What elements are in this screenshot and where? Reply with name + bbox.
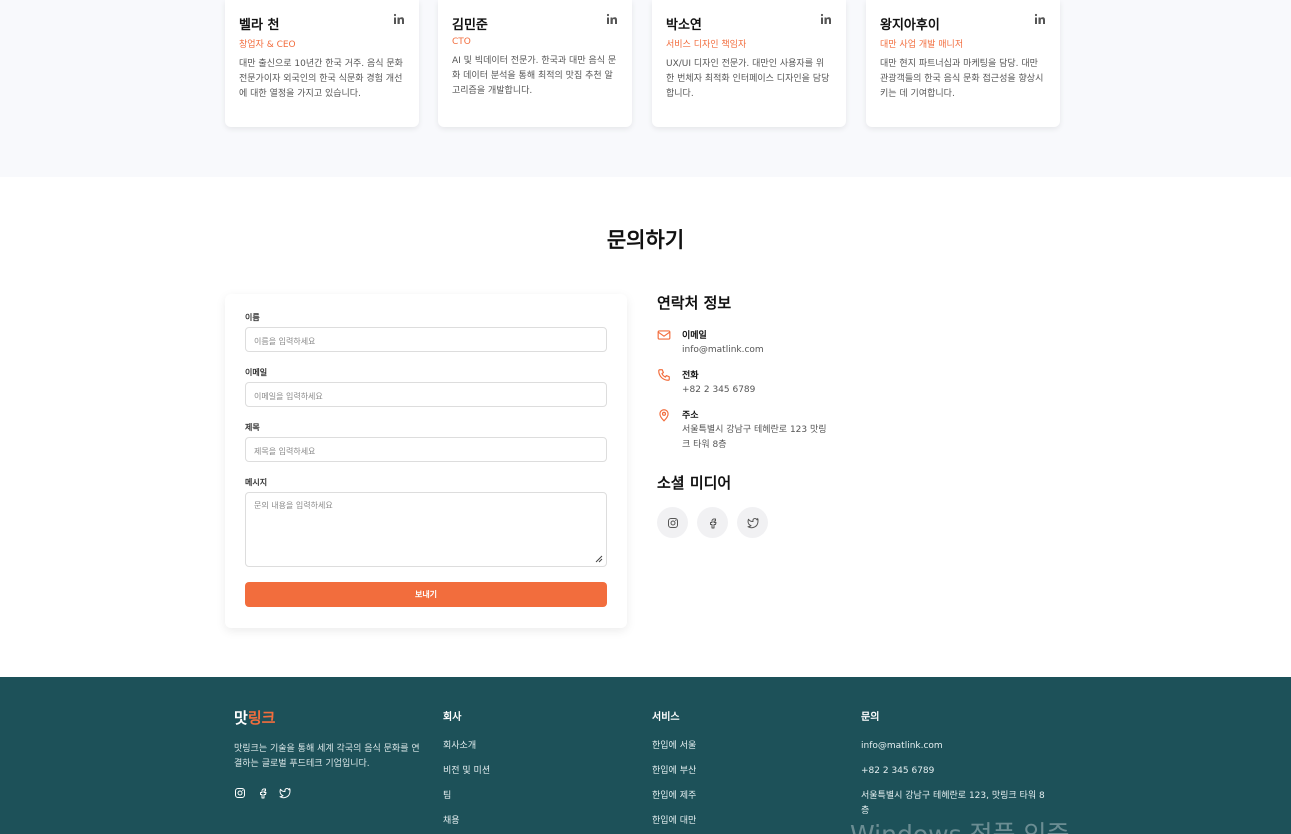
footer-link-busan[interactable]: 한입에 부산 bbox=[652, 764, 696, 779]
footer-link-careers[interactable]: 채용 bbox=[443, 814, 460, 829]
footer-link-team[interactable]: 팀 bbox=[443, 789, 451, 804]
address-info-value: 서울특별시 강남구 테헤란로 123 맛링크 타워 8층 bbox=[682, 425, 827, 450]
footer-twitter-icon[interactable] bbox=[279, 787, 291, 799]
footer-facebook-icon[interactable] bbox=[257, 787, 269, 799]
twitter-button[interactable] bbox=[737, 507, 768, 538]
team-section: 벨라 천 창업자 & CEO 대만 출신으로 10년간 한국 거주. 음식 문화… bbox=[0, 0, 1291, 177]
facebook-button[interactable] bbox=[697, 507, 728, 538]
team-card: 벨라 천 창업자 & CEO 대만 출신으로 10년간 한국 거주. 음식 문화… bbox=[225, 0, 419, 127]
team-member-role: CTO bbox=[452, 37, 471, 47]
logo-accent-text: 링크 bbox=[247, 709, 276, 727]
footer-description: 맛링크는 기술을 통해 세계 각국의 음식 문화를 연결하는 글로벌 푸드테크 … bbox=[234, 744, 420, 769]
team-card: 김민준 CTO AI 및 빅데이터 전문가. 한국과 대만 음식 문화 데이터 … bbox=[438, 0, 632, 127]
twitter-icon bbox=[747, 517, 759, 528]
linkedin-icon[interactable] bbox=[1034, 13, 1046, 25]
submit-button[interactable]: 보내기 bbox=[245, 582, 607, 607]
logo-main-text: 맛 bbox=[234, 709, 248, 727]
location-pin-icon bbox=[659, 409, 669, 422]
team-member-role: 창업자 & CEO bbox=[239, 40, 296, 50]
team-member-role: 서비스 디자인 책임자 bbox=[666, 40, 747, 50]
team-member-name: 왕지아후이 bbox=[880, 18, 940, 33]
email-input[interactable]: 이메일을 입력하세요 bbox=[245, 382, 607, 407]
footer: 맛링크 맛링크는 기술을 통해 세계 각국의 음식 문화를 연결하는 글로벌 푸… bbox=[0, 677, 1291, 834]
team-member-name: 박소연 bbox=[666, 18, 702, 33]
team-member-bio: AI 및 빅데이터 전문가. 한국과 대만 음식 문화 데이터 분석을 통해 최… bbox=[452, 56, 617, 96]
name-input[interactable]: 이름을 입력하세요 bbox=[245, 327, 607, 352]
team-member-bio: 대만 출신으로 10년간 한국 거주. 음식 문화 전문가이자 외국인의 한국 … bbox=[239, 59, 403, 99]
contact-form: 이름 이름을 입력하세요 이메일 이메일을 입력하세요 제목 제목을 입력하세요… bbox=[225, 294, 627, 628]
name-label: 이름 bbox=[245, 313, 260, 322]
mail-icon bbox=[657, 330, 671, 340]
email-info-value[interactable]: info@matlink.com bbox=[682, 343, 862, 358]
footer-logo[interactable]: 맛링크 bbox=[234, 707, 275, 728]
resize-handle-icon[interactable] bbox=[595, 555, 603, 563]
footer-services-title: 서비스 bbox=[652, 712, 680, 723]
linkedin-icon[interactable] bbox=[393, 13, 405, 25]
facebook-icon bbox=[709, 518, 716, 528]
phone-icon bbox=[658, 369, 670, 381]
team-card: 박소연 서비스 디자인 책임자 UX/UI 디자인 전문가. 대만인 사용자를 … bbox=[652, 0, 846, 127]
social-media-title: 소셜 미디어 bbox=[657, 474, 732, 492]
phone-info-value: +82 2 345 6789 bbox=[682, 385, 756, 395]
footer-contact-email[interactable]: info@matlink.com bbox=[861, 739, 943, 754]
subject-input[interactable]: 제목을 입력하세요 bbox=[245, 437, 607, 462]
footer-instagram-icon[interactable] bbox=[234, 787, 246, 799]
team-member-role: 대만 사업 개발 매니저 bbox=[880, 40, 964, 50]
team-member-bio: UX/UI 디자인 전문가. 대만인 사용자를 위한 번체자 최적화 인터페이스… bbox=[666, 59, 830, 99]
footer-link-vision[interactable]: 비전 및 미션 bbox=[443, 764, 490, 779]
footer-contact-title: 문의 bbox=[861, 712, 880, 723]
subject-label: 제목 bbox=[245, 423, 260, 432]
footer-link-taiwan[interactable]: 한입에 대만 bbox=[652, 814, 696, 829]
footer-contact-phone: +82 2 345 6789 bbox=[861, 766, 935, 776]
contact-email-item: 이메일 info@matlink.com bbox=[657, 328, 897, 358]
contact-address-item: 주소 서울특별시 강남구 테헤란로 123 맛링크 타워 8층 bbox=[657, 408, 897, 454]
email-info-label: 이메일 bbox=[682, 331, 707, 341]
message-label: 메시지 bbox=[245, 478, 268, 487]
contact-section-title: 문의하기 bbox=[606, 228, 685, 252]
instagram-button[interactable] bbox=[657, 507, 688, 538]
footer-link-about[interactable]: 회사소개 bbox=[443, 739, 476, 754]
team-member-name: 김민준 bbox=[452, 18, 488, 33]
phone-info-label: 전화 bbox=[682, 371, 699, 381]
message-placeholder: 문의 내용을 입력하세요 bbox=[254, 501, 333, 510]
footer-link-seoul[interactable]: 한입에 서울 bbox=[652, 739, 696, 754]
linkedin-icon[interactable] bbox=[606, 13, 618, 25]
message-textarea[interactable]: 문의 내용을 입력하세요 bbox=[245, 492, 607, 567]
team-member-bio: 대만 현지 파트너십과 마케팅을 담당. 대만 관광객들의 한국 음식 문화 접… bbox=[880, 59, 1044, 99]
instagram-icon bbox=[667, 517, 678, 528]
email-label: 이메일 bbox=[245, 368, 268, 377]
footer-company-title: 회사 bbox=[443, 712, 462, 723]
footer-link-jeju[interactable]: 한입에 제주 bbox=[652, 789, 696, 804]
contact-phone-item: 전화 +82 2 345 6789 bbox=[657, 368, 897, 398]
team-member-name: 벨라 천 bbox=[239, 18, 280, 33]
linkedin-icon[interactable] bbox=[820, 13, 832, 25]
team-card: 왕지아후이 대만 사업 개발 매니저 대만 현지 파트너십과 마케팅을 담당. … bbox=[866, 0, 1060, 127]
address-info-label: 주소 bbox=[682, 411, 699, 421]
contact-info-title: 연락처 정보 bbox=[657, 294, 732, 312]
windows-activation-watermark: Windows 정품 인증 bbox=[850, 815, 1070, 834]
